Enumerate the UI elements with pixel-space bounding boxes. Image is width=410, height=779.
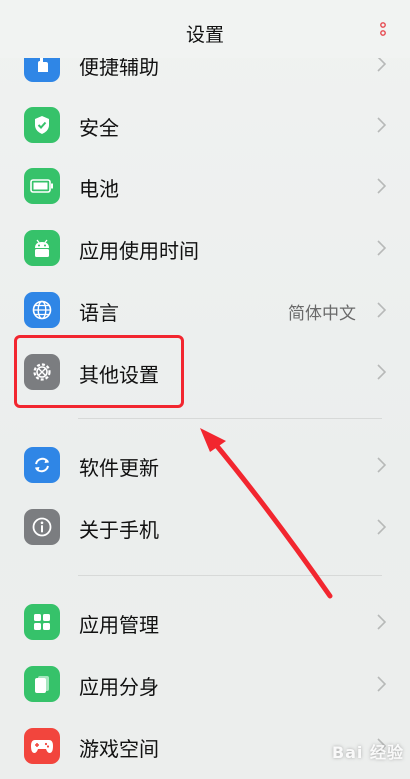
chevron-right-icon xyxy=(377,519,386,535)
settings-item-label: 应用分身 xyxy=(79,675,159,699)
grid-icon xyxy=(24,604,60,640)
settings-item-label: 应用管理 xyxy=(79,613,159,637)
chevron-right-icon xyxy=(377,56,386,72)
shield-check-icon xyxy=(24,107,60,143)
chevron-right-icon xyxy=(377,614,386,630)
settings-item-app-usage-time[interactable]: 应用使用时间 xyxy=(0,217,410,279)
settings-item-label: 软件更新 xyxy=(79,456,159,480)
settings-item-app-clone[interactable]: 应用分身 xyxy=(0,653,410,715)
info-icon xyxy=(24,509,60,545)
watermark: Bai 经验 xyxy=(331,743,404,762)
clone-icon xyxy=(24,666,60,702)
settings-item-software-update[interactable]: 软件更新 xyxy=(0,434,410,496)
top-app-bar: 设置 xyxy=(0,0,410,58)
language-value: 简体中文 xyxy=(288,304,356,324)
chevron-right-icon xyxy=(377,457,386,473)
chevron-right-icon xyxy=(377,240,386,256)
chevron-right-icon xyxy=(377,364,386,380)
settings-item-security[interactable]: 安全 xyxy=(0,94,410,156)
android-icon xyxy=(24,230,60,266)
chevron-right-icon xyxy=(377,302,386,318)
settings-item-battery[interactable]: 电池 xyxy=(0,155,410,217)
settings-screen: 便捷辅助 安全 电池 应用使用时间 语言 简体中文 其他设置 软件更新 关于手机… xyxy=(0,0,410,779)
settings-item-label: 电池 xyxy=(79,177,119,201)
section-divider xyxy=(78,418,382,419)
settings-item-label: 关于手机 xyxy=(79,518,159,542)
settings-item-about-phone[interactable]: 关于手机 xyxy=(0,496,410,558)
settings-item-label: 游戏空间 xyxy=(79,737,159,761)
battery-icon xyxy=(24,168,60,204)
globe-icon xyxy=(24,292,60,328)
chevron-right-icon xyxy=(377,178,386,194)
settings-item-label: 语言 xyxy=(79,301,119,325)
settings-item-app-management[interactable]: 应用管理 xyxy=(0,591,410,653)
refresh-icon xyxy=(24,447,60,483)
page-title: 设置 xyxy=(185,24,224,46)
settings-item-language[interactable]: 语言 简体中文 xyxy=(0,279,410,341)
chevron-right-icon xyxy=(377,117,386,133)
chevron-right-icon xyxy=(377,676,386,692)
highlight-box xyxy=(14,335,184,408)
more-vertical-icon[interactable] xyxy=(380,22,386,44)
section-divider xyxy=(78,575,382,576)
gamepad-icon xyxy=(24,728,60,764)
settings-item-label: 安全 xyxy=(79,116,119,140)
settings-item-label: 应用使用时间 xyxy=(79,239,199,263)
